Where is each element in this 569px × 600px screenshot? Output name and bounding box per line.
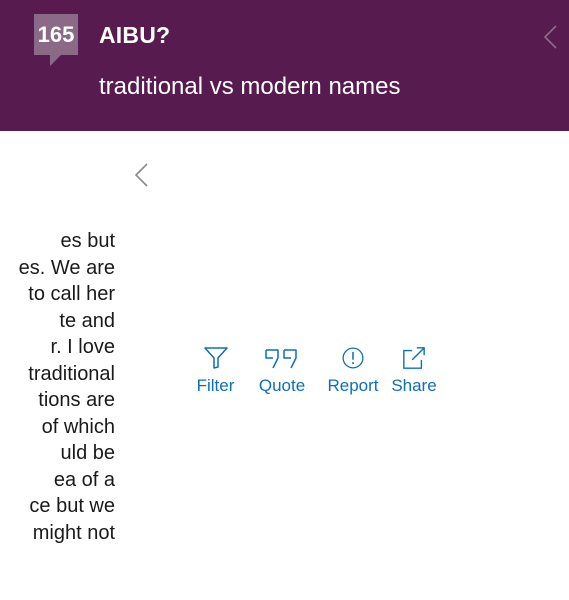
post-line: of which: [41, 415, 115, 438]
post-line: ce but we: [29, 495, 115, 517]
post-line: might not: [32, 521, 115, 544]
post-line: es but: [60, 230, 115, 252]
reply-count-badge: 165: [34, 14, 78, 66]
post-line: to call her: [28, 283, 115, 305]
share-icon: [403, 347, 425, 369]
post-line: ea of a: [53, 468, 115, 491]
post-line: r. I love: [50, 336, 115, 358]
post-line: te and: [59, 309, 115, 332]
quote-button[interactable]: Quote: [247, 346, 317, 406]
filter-icon: [203, 347, 228, 369]
thread-title: traditional vs modern names: [99, 73, 401, 100]
share-label: Share: [391, 376, 437, 395]
post-line: uld be: [60, 442, 116, 464]
filter-button[interactable]: Filter: [190, 346, 241, 406]
post-line: tions are: [38, 389, 115, 411]
thread-header: 165 AIBU? traditional vs modern names: [0, 0, 569, 131]
post-body: es but es. We are to call her te and r. …: [0, 228, 115, 546]
post-line: es. We are: [18, 256, 115, 279]
post-line: traditional: [28, 362, 115, 385]
post-actions: Filter Quote Report Share: [190, 346, 441, 406]
report-label: Report: [327, 376, 379, 395]
report-button[interactable]: Report: [321, 346, 385, 406]
chevron-left-icon[interactable]: [132, 160, 152, 190]
share-button[interactable]: Share: [387, 346, 441, 406]
report-icon: [342, 347, 364, 369]
filter-label: Filter: [196, 376, 235, 395]
quote-icon: [265, 349, 297, 369]
topic-name[interactable]: AIBU?: [99, 22, 170, 49]
chevron-left-icon[interactable]: [541, 22, 561, 52]
quote-label: Quote: [258, 376, 306, 395]
